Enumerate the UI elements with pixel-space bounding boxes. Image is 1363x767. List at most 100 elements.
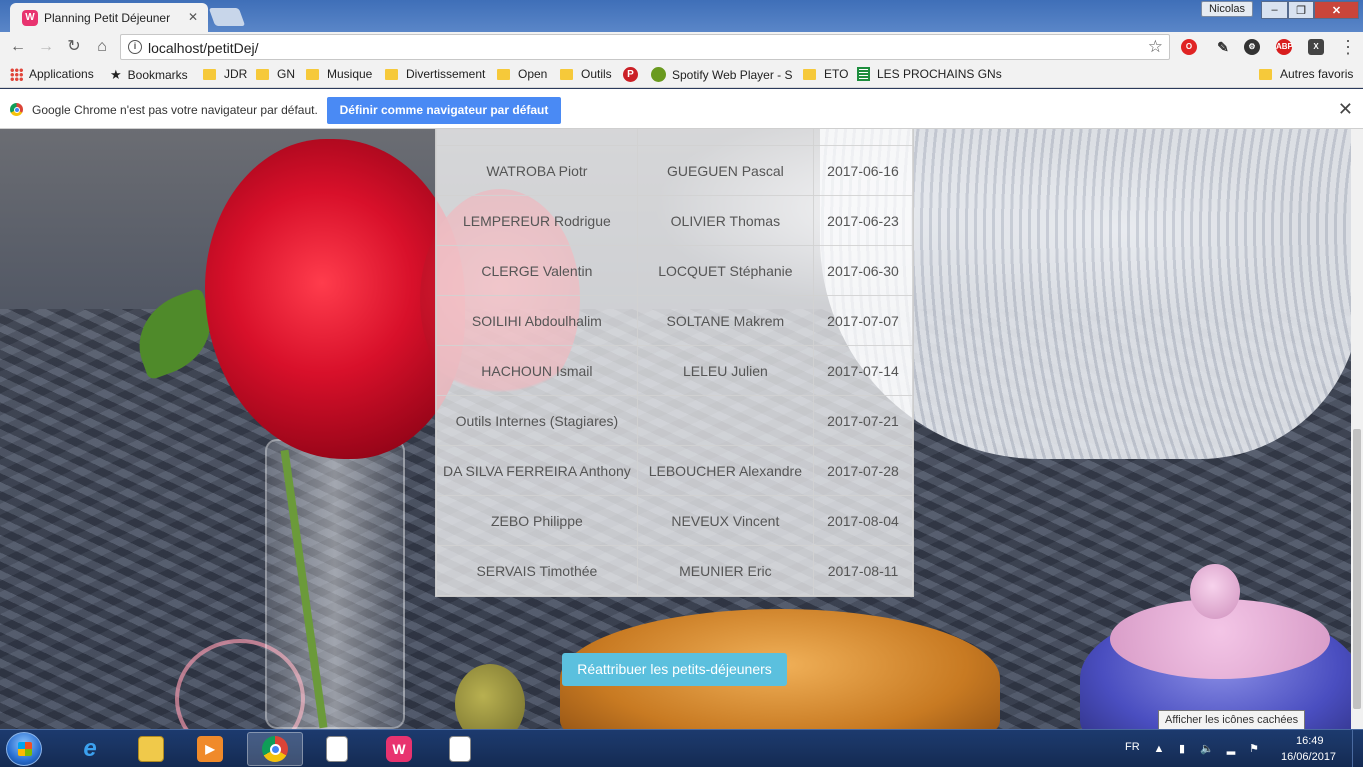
bookmark-jdr[interactable]: JDR (203, 67, 247, 81)
bookmark-outils[interactable]: Outils (560, 67, 612, 81)
bookmark-other-favorites[interactable]: Autres favoris (1259, 67, 1353, 81)
schedule-table: WATROBA Piotr GUEGUEN Pascal 2017-06-16 … (435, 129, 914, 597)
bookmark-eto[interactable]: ETO (803, 67, 848, 81)
bookmark-divertissement[interactable]: Divertissement (385, 67, 485, 81)
media-player-icon: ▶ (197, 736, 223, 762)
windows-logo-icon (18, 742, 32, 756)
address-bar[interactable]: i localhost/petitDej/ ☆ (120, 34, 1170, 60)
bookmark-star-icon[interactable]: ☆ (1148, 37, 1163, 57)
taskbar-notepad-1[interactable] (309, 732, 365, 766)
bookmark-label: LES PROCHAINS GNs (877, 67, 1002, 81)
page-content: WATROBA Piotr GUEGUEN Pascal 2017-06-16 … (0, 129, 1363, 729)
apps-grid-icon (10, 67, 23, 81)
bookmark-label: Musique (327, 67, 373, 81)
person1-cell: LEMPEREUR Rodrigue (436, 195, 638, 246)
person2-cell: LEBOUCHER Alexandre (636, 445, 814, 496)
person1-cell: DA SILVA FERREIRA Anthony (436, 445, 638, 496)
bookmark-pinterest[interactable]: P (623, 67, 638, 82)
chrome-icon (10, 103, 23, 116)
profile-button[interactable]: Nicolas (1201, 1, 1253, 17)
set-default-browser-button[interactable]: Définir comme navigateur par défaut (327, 97, 561, 124)
infobar-close-icon[interactable]: ✕ (1338, 99, 1353, 120)
eyedropper-extension-icon[interactable]: ✎ (1215, 39, 1231, 55)
folder-icon (256, 68, 269, 80)
bookmark-bookmarks[interactable]: ★ Bookmarks (110, 67, 188, 83)
bookmark-apps[interactable]: Applications (10, 67, 94, 81)
table-row: CLERGE Valentin LOCQUET Stéphanie 2017-0… (436, 245, 914, 296)
browser-toolbar: ← → ↻ ⌂ i localhost/petitDej/ ☆ O ✎ ⚙ AB… (0, 32, 1363, 62)
infobar-message: Google Chrome n'est pas votre navigateur… (32, 103, 318, 117)
folder-icon (306, 68, 319, 80)
bookmark-label: Outils (581, 67, 612, 81)
window-close-icon[interactable]: ✕ (1314, 1, 1359, 19)
date-cell: 2017-07-07 (812, 295, 914, 346)
folder-icon (803, 68, 816, 80)
bookmark-label: JDR (224, 67, 248, 81)
minimize-icon[interactable]: ‒ (1261, 1, 1288, 19)
reload-icon[interactable]: ↻ (64, 37, 84, 57)
adblock-extension-icon[interactable]: ABP (1276, 39, 1293, 55)
bookmark-spotify[interactable]: Spotify Web Player - S (651, 67, 793, 82)
x-extension-icon[interactable]: X (1308, 39, 1324, 55)
taskbar-media-player[interactable]: ▶ (182, 732, 238, 766)
table-row: HACHOUN Ismail LELEU Julien 2017-07-14 (436, 345, 914, 396)
bookmark-open[interactable]: Open (497, 67, 547, 81)
reassign-breakfasts-button[interactable]: Réattribuer les petits-déjeuners (562, 653, 787, 686)
opera-extension-icon[interactable]: O (1181, 39, 1197, 55)
bookmarks-bar: Applications ★ Bookmarks JDR GN Musique … (0, 62, 1363, 88)
show-desktop-button[interactable] (1352, 730, 1363, 767)
bookmark-musique[interactable]: Musique (306, 67, 372, 81)
browser-tab[interactable]: W Planning Petit Déjeuner ✕ (10, 3, 208, 32)
table-row: Outils Internes (Stagiares) 2017-07-21 (436, 395, 914, 446)
bookmark-label: Applications (29, 67, 94, 81)
person2-cell: SOLTANE Makrem (636, 295, 814, 346)
language-indicator[interactable]: FR (1125, 741, 1140, 753)
home-icon[interactable]: ⌂ (92, 37, 112, 57)
folder-icon (560, 68, 573, 80)
volume-icon[interactable]: 🔈 (1200, 743, 1214, 755)
taskbar-chrome[interactable] (247, 732, 303, 766)
table-row: WATROBA Piotr GUEGUEN Pascal 2017-06-16 (436, 145, 914, 196)
chrome-menu-icon[interactable]: ⋮ (1338, 37, 1358, 57)
person1-cell: HACHOUN Ismail (436, 345, 638, 396)
action-center-flag-icon[interactable]: ⚑ (1248, 743, 1260, 755)
table-row (436, 129, 914, 146)
taskbar-notepad-2[interactable] (432, 732, 488, 766)
date-cell: 2017-06-16 (812, 145, 914, 196)
bookmark-label: ETO (824, 67, 849, 81)
table-row: LEMPEREUR Rodrigue OLIVIER Thomas 2017-0… (436, 195, 914, 246)
person2-cell: NEVEUX Vincent (636, 495, 814, 546)
page-scrollbar[interactable] (1351, 129, 1363, 729)
show-hidden-icons-arrow-icon[interactable]: ▲ (1153, 743, 1165, 755)
info-icon[interactable]: i (128, 40, 142, 54)
scrollbar-thumb[interactable] (1353, 429, 1361, 709)
person2-cell (636, 395, 814, 446)
network-icon[interactable]: ▂ (1225, 743, 1237, 755)
person1-cell: ZEBO Philippe (436, 495, 638, 546)
clock-date[interactable]: 16/06/2017 (1281, 751, 1336, 763)
tab-close-icon[interactable]: ✕ (188, 10, 198, 24)
bookmark-prochains-gns[interactable]: LES PROCHAINS GNs (857, 67, 1002, 81)
url-text[interactable]: localhost/petitDej/ (148, 40, 259, 56)
forward-arrow-icon[interactable]: → (36, 37, 56, 57)
bookmark-gn[interactable]: GN (256, 67, 295, 81)
new-tab-button[interactable] (208, 8, 246, 26)
bookmark-label: Autres favoris (1280, 67, 1354, 81)
taskbar-explorer[interactable] (123, 732, 179, 766)
window-titlebar: W Planning Petit Déjeuner ✕ Nicolas ‒ ❐ … (0, 0, 1363, 32)
clock-time[interactable]: 16:49 (1296, 735, 1324, 747)
maximize-icon[interactable]: ❐ (1288, 1, 1314, 19)
settings-extension-icon[interactable]: ⚙ (1244, 39, 1260, 55)
chrome-icon (262, 736, 288, 762)
wamp-icon: W (386, 736, 412, 762)
device-icon[interactable]: ▮ (1176, 743, 1188, 755)
taskbar-internet-explorer[interactable]: e (62, 732, 118, 766)
back-arrow-icon[interactable]: ← (8, 37, 28, 57)
taskbar-wamp[interactable]: W (371, 732, 427, 766)
start-button[interactable] (6, 732, 42, 766)
person1-cell: CLERGE Valentin (436, 245, 638, 296)
table-row: SOILIHI Abdoulhalim SOLTANE Makrem 2017-… (436, 295, 914, 346)
person2-cell: MEUNIER Eric (636, 545, 814, 596)
notepad-icon (326, 736, 348, 762)
person2-cell: LELEU Julien (636, 345, 814, 396)
